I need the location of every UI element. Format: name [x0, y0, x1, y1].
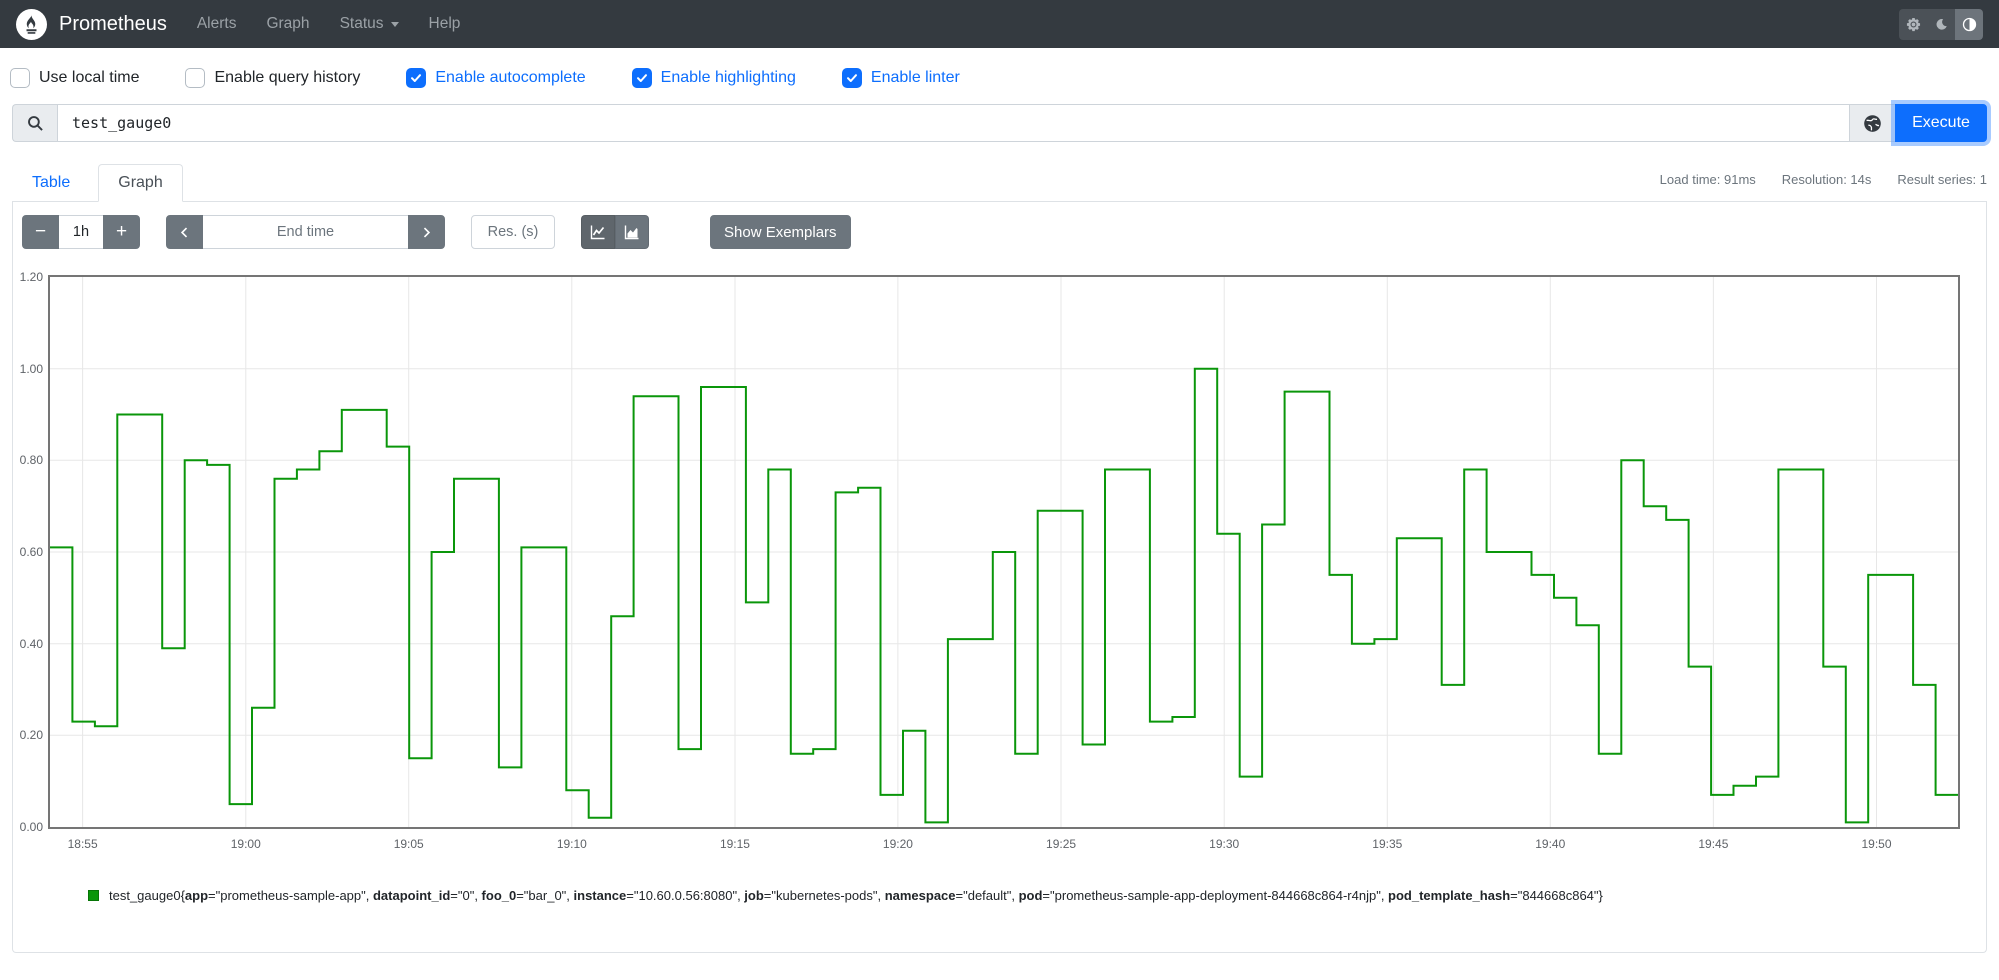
x-axis-tick: 19:40 [1535, 837, 1566, 851]
checkbox-enable-linter[interactable]: Enable linter [841, 68, 960, 88]
nav-menu: Alerts Graph Status Help [197, 15, 461, 33]
checkbox-label: Enable linter [870, 69, 960, 86]
show-exemplars-button[interactable]: Show Exemplars [710, 215, 851, 249]
legend-swatch[interactable] [88, 890, 99, 901]
end-time-input[interactable] [203, 215, 408, 249]
x-axis-tick: 19:45 [1698, 837, 1729, 851]
chart-area: 0.00 0.20 0.40 0.60 0.80 1.00 1.20 18:55 19:00 19… [13, 270, 1986, 860]
time-back-button[interactable] [166, 215, 203, 249]
search-icon [27, 115, 43, 131]
checkbox-box[interactable] [631, 68, 652, 88]
stacked-chart-button[interactable] [615, 215, 649, 249]
line-chart-button[interactable] [581, 215, 615, 249]
range-input[interactable] [59, 215, 103, 249]
y-axis-tick: 0.00 [19, 820, 43, 834]
x-axis-tick: 19:50 [1861, 837, 1892, 851]
search-addon [12, 104, 57, 142]
end-time-control [166, 215, 445, 249]
x-axis-tick: 19:30 [1209, 837, 1240, 851]
tab-table[interactable]: Table [12, 164, 90, 202]
circle-half-icon [1962, 17, 1976, 31]
chevron-right-icon [423, 226, 431, 238]
caret-down-icon [390, 21, 399, 27]
theme-light-button[interactable] [1899, 8, 1927, 40]
query-input[interactable] [57, 104, 1850, 142]
x-axis-tick: 19:10 [556, 837, 587, 851]
query-stats: Load time: 91ms Resolution: 14s Result s… [1660, 172, 1987, 201]
query-bar: Execute [12, 104, 1987, 142]
navbar: Prometheus Alerts Graph Status Help [0, 0, 1999, 48]
chevron-left-icon [180, 226, 188, 238]
checkbox-label: Use local time [39, 69, 140, 86]
checkbox-box[interactable] [841, 68, 862, 88]
x-axis-tick: 19:05 [393, 837, 424, 851]
line-chart-icon [590, 225, 605, 240]
tab-graph[interactable]: Graph [98, 164, 183, 202]
checkbox-enable-autocomplete[interactable]: Enable autocomplete [406, 68, 586, 88]
chart-svg [50, 277, 1958, 827]
check-icon [636, 74, 647, 82]
execute-button[interactable]: Execute [1895, 104, 1987, 142]
legend-text[interactable]: test_gauge0{app="prometheus-sample-app",… [109, 888, 1603, 903]
checkbox-label: Enable highlighting [660, 69, 796, 86]
legend: test_gauge0{app="prometheus-sample-app",… [88, 888, 1966, 903]
checkbox-box[interactable] [10, 68, 30, 88]
resolution-stat: Resolution: 14s [1781, 172, 1872, 187]
metrics-explorer-button[interactable] [1850, 104, 1895, 142]
range-increase-button[interactable]: + [103, 215, 140, 249]
nav-item-help[interactable]: Help [429, 15, 461, 33]
resolution-input[interactable] [471, 215, 555, 249]
chart-type-toggle [581, 215, 649, 249]
check-icon [411, 74, 422, 82]
result-series-stat: Result series: 1 [1897, 172, 1987, 187]
x-axis-tick: 18:55 [67, 837, 98, 851]
checkbox-label: Enable query history [214, 69, 361, 86]
x-axis-tick: 19:00 [230, 837, 261, 851]
checkbox-box[interactable] [406, 68, 427, 88]
y-axis-tick: 0.80 [19, 453, 43, 468]
checkbox-label: Enable autocomplete [435, 69, 586, 86]
time-forward-button[interactable] [408, 215, 445, 249]
checkbox-enable-highlighting[interactable]: Enable highlighting [631, 68, 796, 88]
x-axis-tick: 19:20 [882, 837, 913, 851]
y-axis-tick: 0.60 [19, 545, 43, 559]
moon-icon [1936, 18, 1947, 30]
gear-icon [1906, 17, 1920, 31]
stacked-chart-icon [624, 225, 639, 240]
theme-toggle-group [1899, 8, 1983, 40]
tabs-row: Table Graph Load time: 91ms Resolution: … [12, 164, 1987, 202]
prometheus-logo-icon[interactable] [16, 8, 47, 40]
nav-item-status[interactable]: Status [340, 15, 399, 33]
graph-controls: − + Show Exemplars [13, 202, 1986, 249]
options-row: Use local time Enable query history Enable… [0, 48, 1999, 102]
checkbox-enable-query-history[interactable]: Enable query history [185, 68, 360, 88]
checkbox-use-local-time[interactable]: Use local time [10, 68, 139, 88]
checkbox-box[interactable] [185, 68, 206, 88]
check-icon [846, 74, 857, 82]
load-time-stat: Load time: 91ms [1659, 172, 1756, 187]
brand-title[interactable]: Prometheus [59, 13, 167, 36]
chart-plot[interactable] [48, 275, 1960, 829]
y-axis-tick: 1.20 [19, 270, 43, 284]
range-decrease-button[interactable]: − [22, 215, 59, 249]
nav-item-alerts[interactable]: Alerts [197, 15, 237, 33]
range-control: − + [22, 215, 140, 249]
x-axis-tick: 19:25 [1046, 837, 1077, 851]
y-axis-tick: 0.40 [19, 636, 43, 651]
theme-auto-button[interactable] [1955, 8, 1983, 40]
y-axis-tick: 0.20 [19, 728, 43, 743]
globe-icon [1864, 114, 1881, 132]
x-axis-tick: 19:15 [719, 837, 750, 851]
y-axis-tick: 1.00 [19, 361, 43, 376]
x-axis-tick: 19:35 [1372, 837, 1403, 851]
nav-item-graph[interactable]: Graph [266, 15, 309, 33]
theme-dark-button[interactable] [1927, 8, 1955, 40]
graph-panel: − + Show Exemplars 0.000 [12, 202, 1987, 953]
